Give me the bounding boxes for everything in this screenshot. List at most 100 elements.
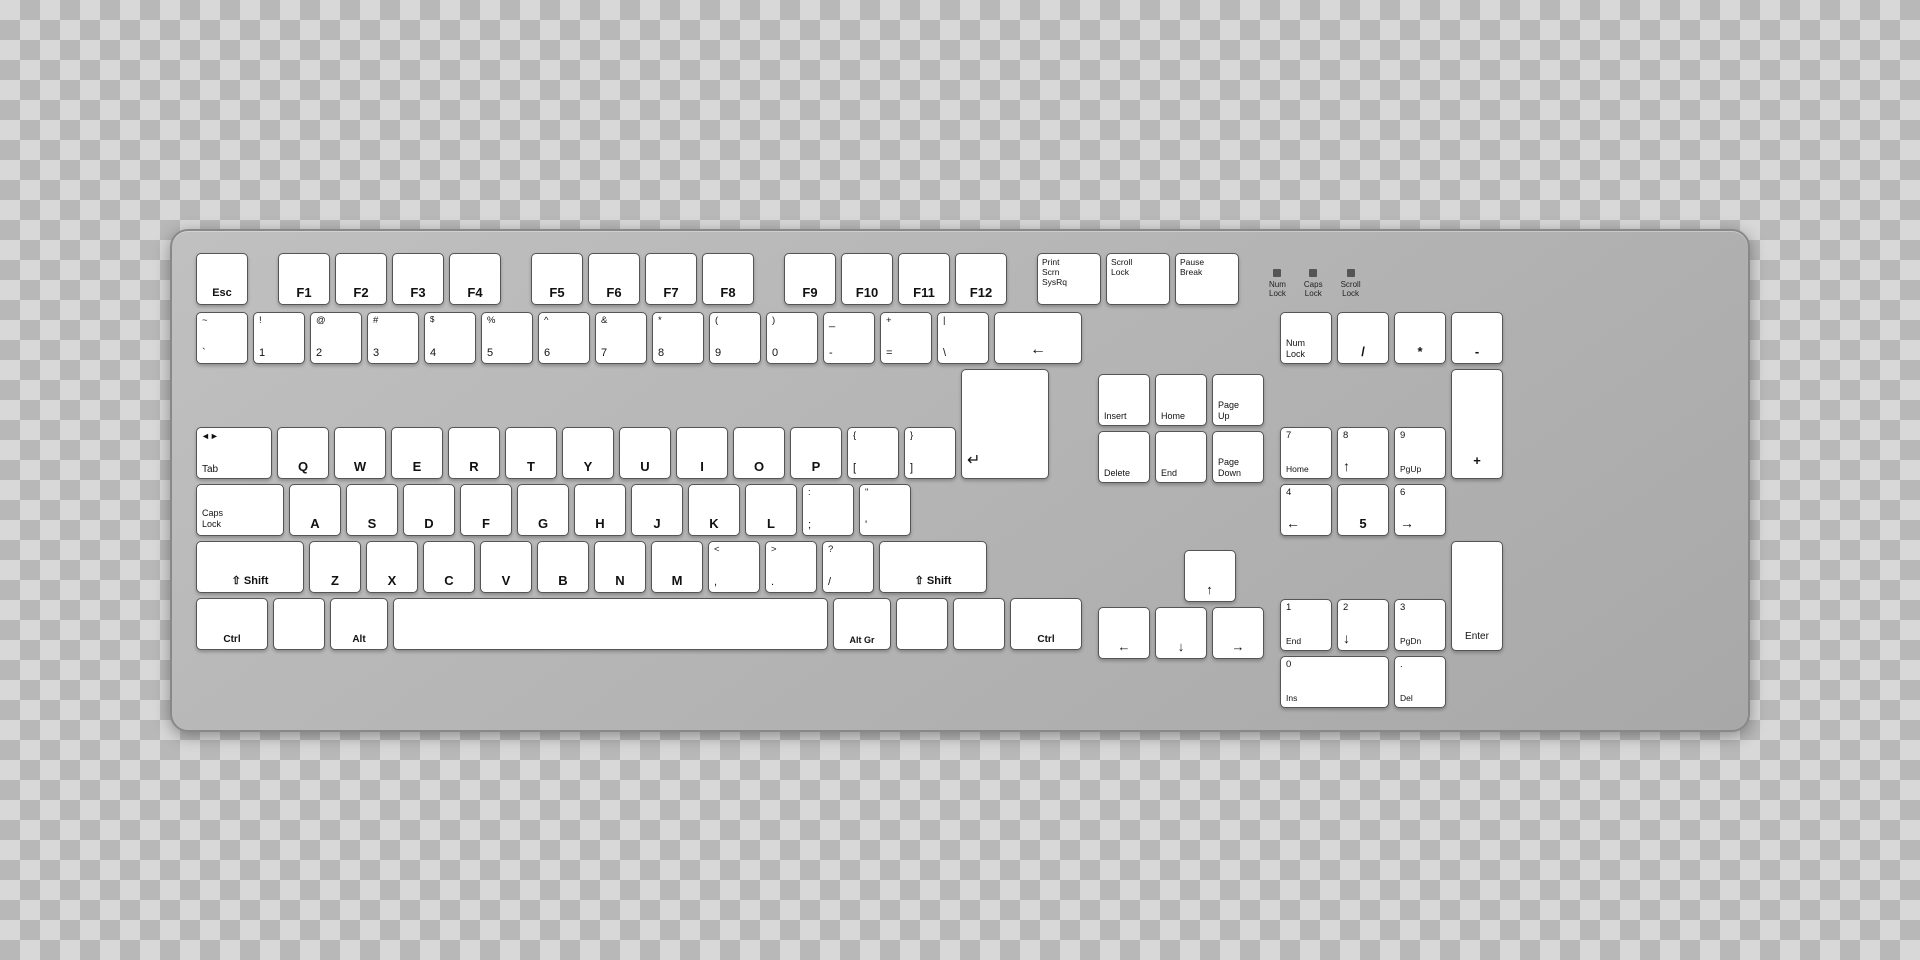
key-n[interactable]: N [594, 541, 646, 593]
key-z[interactable]: Z [309, 541, 361, 593]
key-comma[interactable]: < , [708, 541, 760, 593]
key-left-ctrl[interactable]: Ctrl [196, 598, 268, 650]
key-f5[interactable]: F5 [531, 253, 583, 305]
key-4[interactable]: $ 4 [424, 312, 476, 364]
key-num-0[interactable]: 0 Ins [1280, 656, 1389, 708]
key-left-win[interactable] [273, 598, 325, 650]
key-f[interactable]: F [460, 484, 512, 536]
key-enter[interactable]: ↵ [961, 369, 1049, 479]
key-caps-lock[interactable]: CapsLock [196, 484, 284, 536]
key-right-shift[interactable]: ⇧ Shift [879, 541, 987, 593]
key-menu[interactable] [953, 598, 1005, 650]
key-delete[interactable]: Delete [1098, 431, 1150, 483]
key-insert[interactable]: Insert [1098, 374, 1150, 426]
key-arrow-down[interactable]: ↓ [1155, 607, 1207, 659]
key-w[interactable]: W [334, 427, 386, 479]
key-apostrophe[interactable]: " ' [859, 484, 911, 536]
key-l[interactable]: L [745, 484, 797, 536]
key-tab[interactable]: ◄► Tab [196, 427, 272, 479]
key-a[interactable]: A [289, 484, 341, 536]
key-page-up[interactable]: PageUp [1212, 374, 1264, 426]
key-num-8[interactable]: 8 ↑ [1337, 427, 1389, 479]
key-num-1[interactable]: 1 End [1280, 599, 1332, 651]
key-backslash[interactable]: | \ [937, 312, 989, 364]
key-left-bracket[interactable]: { [ [847, 427, 899, 479]
key-c[interactable]: C [423, 541, 475, 593]
key-esc[interactable]: Esc [196, 253, 248, 305]
key-backtick[interactable]: ~ ` [196, 312, 248, 364]
key-equals[interactable]: + = [880, 312, 932, 364]
key-r[interactable]: R [448, 427, 500, 479]
key-left-alt[interactable]: Alt [330, 598, 388, 650]
key-5[interactable]: % 5 [481, 312, 533, 364]
key-page-down[interactable]: PageDown [1212, 431, 1264, 483]
key-altgr[interactable]: Alt Gr [833, 598, 891, 650]
key-t[interactable]: T [505, 427, 557, 479]
key-end[interactable]: End [1155, 431, 1207, 483]
key-f9[interactable]: F9 [784, 253, 836, 305]
key-right-win[interactable] [896, 598, 948, 650]
key-pause-break[interactable]: PauseBreak [1175, 253, 1239, 305]
key-num-minus[interactable]: - [1451, 312, 1503, 364]
key-right-ctrl[interactable]: Ctrl [1010, 598, 1082, 650]
key-2[interactable]: @ 2 [310, 312, 362, 364]
key-print-screen[interactable]: PrintScrnSysRq [1037, 253, 1101, 305]
key-j[interactable]: J [631, 484, 683, 536]
key-s[interactable]: S [346, 484, 398, 536]
key-g[interactable]: G [517, 484, 569, 536]
key-num-7[interactable]: 7 Home [1280, 427, 1332, 479]
key-num-divide[interactable]: / [1337, 312, 1389, 364]
key-space[interactable] [393, 598, 828, 650]
key-1[interactable]: ! 1 [253, 312, 305, 364]
key-f1[interactable]: F1 [278, 253, 330, 305]
key-d[interactable]: D [403, 484, 455, 536]
key-num-plus[interactable]: + [1451, 369, 1503, 479]
key-scroll-lock[interactable]: ScrollLock [1106, 253, 1170, 305]
key-o[interactable]: O [733, 427, 785, 479]
key-num-lock[interactable]: NumLock [1280, 312, 1332, 364]
key-f3[interactable]: F3 [392, 253, 444, 305]
key-f8[interactable]: F8 [702, 253, 754, 305]
key-num-3[interactable]: 3 PgDn [1394, 599, 1446, 651]
key-arrow-up[interactable]: ↑ [1184, 550, 1236, 602]
key-semicolon[interactable]: : ; [802, 484, 854, 536]
key-f7[interactable]: F7 [645, 253, 697, 305]
key-8[interactable]: * 8 [652, 312, 704, 364]
key-7[interactable]: & 7 [595, 312, 647, 364]
key-0[interactable]: ) 0 [766, 312, 818, 364]
key-home[interactable]: Home [1155, 374, 1207, 426]
key-num-2[interactable]: 2 ↓ [1337, 599, 1389, 651]
key-v[interactable]: V [480, 541, 532, 593]
key-num-6[interactable]: 6 → [1394, 484, 1446, 536]
key-num-del[interactable]: . Del [1394, 656, 1446, 708]
key-y[interactable]: Y [562, 427, 614, 479]
key-arrow-right[interactable]: → [1212, 607, 1264, 659]
key-e[interactable]: E [391, 427, 443, 479]
key-num-enter[interactable]: Enter [1451, 541, 1503, 651]
key-num-9[interactable]: 9 PgUp [1394, 427, 1446, 479]
key-k[interactable]: K [688, 484, 740, 536]
key-period[interactable]: > . [765, 541, 817, 593]
key-h[interactable]: H [574, 484, 626, 536]
key-6[interactable]: ^ 6 [538, 312, 590, 364]
key-f10[interactable]: F10 [841, 253, 893, 305]
key-u[interactable]: U [619, 427, 671, 479]
key-num-4[interactable]: 4 ← [1280, 484, 1332, 536]
key-slash[interactable]: ? / [822, 541, 874, 593]
key-backspace[interactable]: ← [994, 312, 1082, 364]
key-num-5[interactable]: 5 [1337, 484, 1389, 536]
key-b[interactable]: B [537, 541, 589, 593]
key-f11[interactable]: F11 [898, 253, 950, 305]
key-f4[interactable]: F4 [449, 253, 501, 305]
key-m[interactable]: M [651, 541, 703, 593]
key-num-multiply[interactable]: * [1394, 312, 1446, 364]
key-f2[interactable]: F2 [335, 253, 387, 305]
key-f12[interactable]: F12 [955, 253, 1007, 305]
key-q[interactable]: Q [277, 427, 329, 479]
key-x[interactable]: X [366, 541, 418, 593]
key-minus[interactable]: _ - [823, 312, 875, 364]
key-f6[interactable]: F6 [588, 253, 640, 305]
key-i[interactable]: I [676, 427, 728, 479]
key-left-shift[interactable]: ⇧ Shift [196, 541, 304, 593]
key-p[interactable]: P [790, 427, 842, 479]
